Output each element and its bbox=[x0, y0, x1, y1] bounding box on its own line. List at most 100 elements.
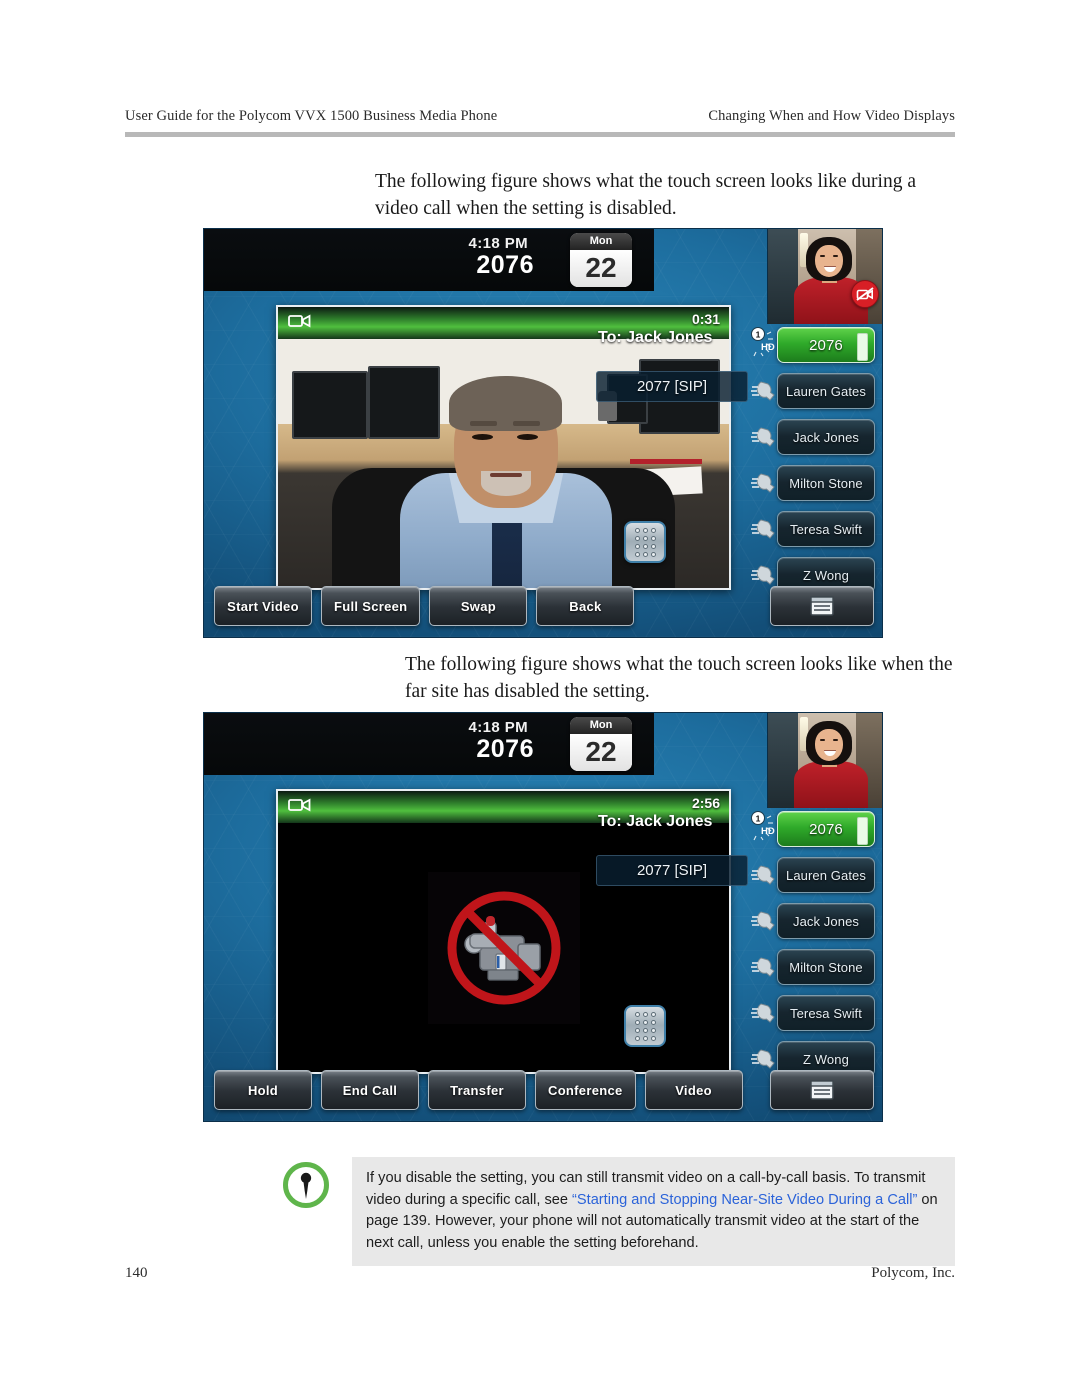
line-key-button[interactable]: Teresa Swift bbox=[777, 511, 875, 547]
soft-key-swap[interactable]: Swap bbox=[429, 586, 528, 626]
line-key-row: Jack Jones bbox=[751, 414, 879, 460]
line-key-list: 1 HD 2076 Lauren Gates Jack Jones Milton… bbox=[751, 322, 879, 598]
monitor bbox=[368, 366, 441, 439]
header-title-right: Changing When and How Video Displays bbox=[708, 108, 955, 124]
soft-key-back[interactable]: Back bbox=[536, 586, 635, 626]
dialpad-dot bbox=[634, 1035, 640, 1041]
menu-window-icon[interactable] bbox=[770, 586, 874, 626]
dialpad-dot bbox=[634, 1027, 640, 1033]
call-recipient-label: To: bbox=[598, 329, 622, 346]
dialpad-dot bbox=[634, 543, 640, 549]
calendar-weekday: Mon bbox=[570, 233, 632, 250]
svg-text:1: 1 bbox=[756, 330, 761, 340]
page-header: User Guide for the Polycom VVX 1500 Busi… bbox=[125, 108, 955, 125]
person-eye-left bbox=[471, 433, 493, 440]
pushpin-note-icon bbox=[283, 1162, 329, 1208]
near-site-video-thumbnail[interactable] bbox=[767, 713, 882, 808]
handset-icon bbox=[751, 562, 777, 586]
soft-key-full-screen[interactable]: Full Screen bbox=[321, 586, 421, 626]
call-timer: 2:56 bbox=[691, 795, 720, 811]
calendar-day: 22 bbox=[570, 250, 632, 287]
person-mouth bbox=[489, 473, 522, 478]
dialpad-dot bbox=[634, 535, 640, 541]
header-divider bbox=[125, 132, 955, 137]
header-title-left: User Guide for the Polycom VVX 1500 Busi… bbox=[125, 108, 498, 124]
dialpad-dot bbox=[650, 535, 656, 541]
soft-key-hold[interactable]: Hold bbox=[214, 1070, 312, 1110]
dialpad-dot bbox=[642, 543, 648, 549]
handset-icon bbox=[751, 862, 777, 886]
handset-icon bbox=[751, 1000, 777, 1024]
handset-icon bbox=[751, 424, 777, 448]
soft-key-conference[interactable]: Conference bbox=[535, 1070, 636, 1110]
soft-key-video[interactable]: Video bbox=[644, 1070, 743, 1110]
selfview-person-face bbox=[815, 729, 843, 761]
footer-company: Polycom, Inc. bbox=[871, 1265, 955, 1281]
call-recipient-label: To: bbox=[598, 813, 622, 830]
line-key-button[interactable]: Milton Stone bbox=[777, 465, 875, 501]
line-key-button[interactable]: Lauren Gates bbox=[777, 857, 875, 893]
dialpad-icon[interactable] bbox=[624, 1005, 666, 1047]
line-key-row: Lauren Gates bbox=[751, 852, 879, 898]
line-key-button[interactable]: Teresa Swift bbox=[777, 995, 875, 1031]
line-key-row: Milton Stone bbox=[751, 460, 879, 506]
dialpad-dot bbox=[650, 543, 656, 549]
line-key-row: 1 HD 2076 bbox=[751, 806, 879, 852]
figure-phone-screen-video-enabled: 4:18 PM 2076 Mon 22 0:31 To: Jack Jones … bbox=[203, 228, 883, 638]
dialpad-dot bbox=[650, 1027, 656, 1033]
line-key-row: Teresa Swift bbox=[751, 990, 879, 1036]
soft-key-start-video[interactable]: Start Video bbox=[214, 586, 312, 626]
dialpad-icon[interactable] bbox=[624, 521, 666, 563]
dialpad-dot bbox=[642, 1035, 648, 1041]
handset-icon bbox=[751, 908, 777, 932]
camera-disabled-icon bbox=[427, 871, 580, 1024]
line-key-button[interactable]: Jack Jones bbox=[777, 903, 875, 939]
near-site-video-thumbnail[interactable] bbox=[767, 229, 882, 324]
handset-icon bbox=[751, 1046, 777, 1070]
dialpad-dot bbox=[642, 527, 648, 533]
line-key-button-active[interactable]: 2076 bbox=[777, 811, 875, 847]
paragraph-second: The following figure shows what the touc… bbox=[405, 654, 953, 702]
video-camera-icon bbox=[288, 313, 311, 334]
dialpad-dot bbox=[642, 535, 648, 541]
handset-icon bbox=[751, 516, 777, 540]
video-camera-icon bbox=[288, 797, 311, 818]
dialpad-dot bbox=[634, 1019, 640, 1025]
selfview-eye-right bbox=[833, 739, 838, 741]
line-key-row: Milton Stone bbox=[751, 944, 879, 990]
status-time: 4:18 PM bbox=[468, 235, 528, 252]
dialpad-dot-grid bbox=[634, 1011, 656, 1041]
note-callout: If you disable the setting, you can stil… bbox=[352, 1157, 955, 1266]
camera-muted-icon bbox=[851, 280, 879, 308]
status-extension: 2076 bbox=[476, 735, 534, 763]
dialpad-dot bbox=[650, 527, 656, 533]
paragraph-first: The following figure shows what the touc… bbox=[375, 171, 917, 219]
line-key-button-active[interactable]: 2076 bbox=[777, 327, 875, 363]
call-info-panel: To: Jack Jones 2077 [SIP] bbox=[596, 813, 748, 886]
selfview-eye-left bbox=[820, 739, 825, 741]
line-key-button[interactable]: Lauren Gates bbox=[777, 373, 875, 409]
menu-window-icon[interactable] bbox=[770, 1070, 874, 1110]
status-extension: 2076 bbox=[476, 251, 534, 279]
calendar-widget: Mon 22 bbox=[570, 233, 632, 287]
dialpad-dot bbox=[650, 1035, 656, 1041]
person-brow-left bbox=[469, 421, 497, 426]
selfview-person-body bbox=[794, 761, 868, 808]
line-key-button[interactable]: Milton Stone bbox=[777, 949, 875, 985]
selfview-eye-right bbox=[833, 255, 838, 257]
person-brow-right bbox=[512, 421, 540, 426]
soft-key-end-call[interactable]: End Call bbox=[321, 1070, 419, 1110]
line-key-row: Teresa Swift bbox=[751, 506, 879, 552]
soft-key-transfer[interactable]: Transfer bbox=[428, 1070, 526, 1110]
calendar-weekday: Mon bbox=[570, 717, 632, 734]
line-key-button[interactable]: Jack Jones bbox=[777, 419, 875, 455]
call-number: 2077 [SIP] bbox=[596, 855, 748, 886]
note-link[interactable]: “Starting and Stopping Near-Site Video D… bbox=[572, 1192, 917, 1208]
dialpad-dot bbox=[650, 551, 656, 557]
dialpad-dot bbox=[650, 1011, 656, 1017]
handset-icon bbox=[751, 954, 777, 978]
selfview-person-face bbox=[815, 245, 843, 277]
handset-icon bbox=[751, 378, 777, 402]
dialpad-dot bbox=[642, 551, 648, 557]
person-hair bbox=[449, 376, 563, 432]
